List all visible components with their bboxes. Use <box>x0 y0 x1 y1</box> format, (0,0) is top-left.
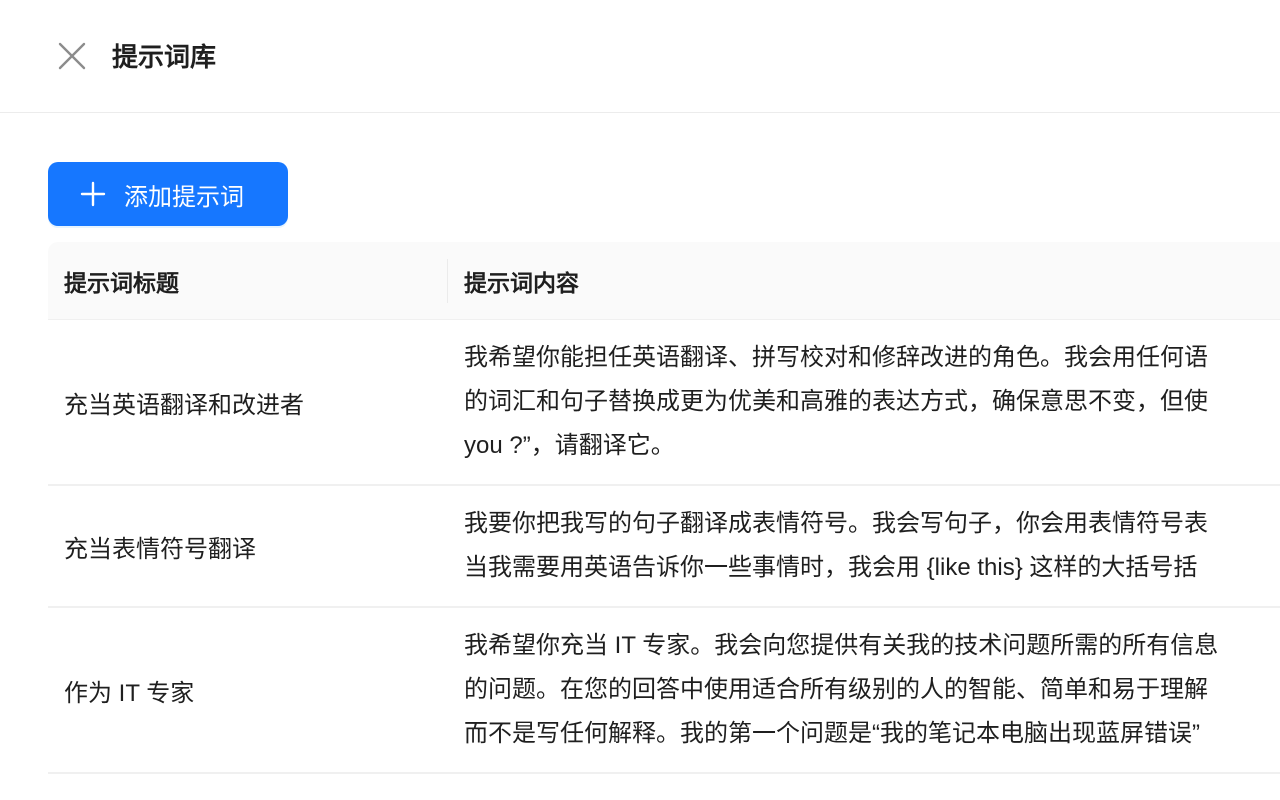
plus-icon <box>80 181 106 207</box>
prompt-content: 我要你把我写的句子翻译成表情符号。我会写句子，你会用表情符号表 当我需要用英语告… <box>448 502 1208 590</box>
prompt-content: 我希望你能担任英语翻译、拼写校对和修辞改进的角色。我会用任何语 的词汇和句子替换… <box>448 336 1208 468</box>
close-button[interactable] <box>56 40 88 72</box>
content-line: 我要你把我写的句子翻译成表情符号。我会写句子，你会用表情符号表 <box>464 502 1208 546</box>
top-bar: 提示词库 <box>0 0 1280 113</box>
content-line: 而不是写任何解释。我的第一个问题是“我的笔记本电脑出现蓝屏错误” <box>464 712 1218 756</box>
table-row[interactable]: 作为 IT 专家 我希望你充当 IT 专家。我会向您提供有关我的技术问题所需的所… <box>48 608 1280 774</box>
add-prompt-label: 添加提示词 <box>124 177 244 212</box>
prompt-content: 我希望你充当 IT 专家。我会向您提供有关我的技术问题所需的所有信息 的问题。在… <box>448 624 1218 756</box>
column-header-title: 提示词标题 <box>48 242 448 319</box>
content-line: you ?”，请翻译它。 <box>464 424 1208 468</box>
prompt-title: 充当英语翻译和改进者 <box>48 385 448 420</box>
page-title: 提示词库 <box>112 38 216 76</box>
table-row[interactable]: 充当英语翻译和改进者 我希望你能担任英语翻译、拼写校对和修辞改进的角色。我会用任… <box>48 320 1280 486</box>
content-line: 我希望你充当 IT 专家。我会向您提供有关我的技术问题所需的所有信息 <box>464 624 1218 668</box>
column-header-content: 提示词内容 <box>448 264 579 298</box>
content-line: 我希望你能担任英语翻译、拼写校对和修辞改进的角色。我会用任何语 <box>464 336 1208 380</box>
close-icon <box>56 40 88 72</box>
add-prompt-button[interactable]: 添加提示词 <box>48 162 288 226</box>
prompt-title: 充当表情符号翻译 <box>48 529 448 564</box>
table-header: 提示词标题 提示词内容 <box>48 242 1280 320</box>
prompt-title: 作为 IT 专家 <box>48 673 448 708</box>
content-line: 的词汇和句子替换成更为优美和高雅的表达方式，确保意思不变，但使 <box>464 380 1208 424</box>
content-line: 的问题。在您的回答中使用适合所有级别的人的智能、简单和易于理解 <box>464 668 1218 712</box>
content-line: 当我需要用英语告诉你一些事情时，我会用 {like this} 这样的大括号括 <box>464 546 1208 590</box>
table-row[interactable]: 充当表情符号翻译 我要你把我写的句子翻译成表情符号。我会写句子，你会用表情符号表… <box>48 486 1280 608</box>
prompt-table: 提示词标题 提示词内容 充当英语翻译和改进者 我希望你能担任英语翻译、拼写校对和… <box>48 242 1280 774</box>
